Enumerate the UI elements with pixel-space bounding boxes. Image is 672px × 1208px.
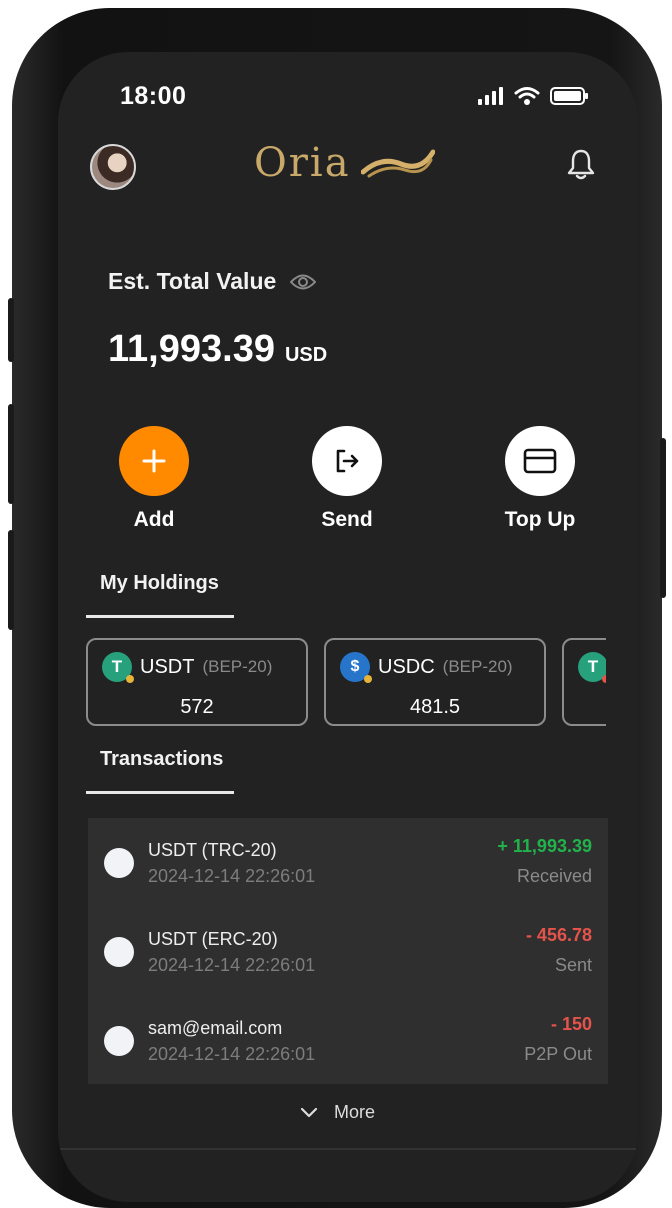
more-label: More xyxy=(334,1102,376,1122)
transactions-tab-label: Transactions xyxy=(100,748,224,770)
holding-card[interactable]: $ USDC (BEP-20) 481.5 xyxy=(324,638,546,726)
user-avatar[interactable] xyxy=(90,144,136,190)
transaction-icon xyxy=(104,848,134,878)
more-button[interactable]: More xyxy=(300,1102,375,1123)
transaction-icon xyxy=(104,1026,134,1056)
holding-amount: 572 xyxy=(180,696,214,718)
power-button xyxy=(660,438,666,598)
transaction-amount: + 11,993.39 xyxy=(497,836,592,856)
transactions-tab-underline xyxy=(86,791,234,794)
holding-network: (BEP-20) xyxy=(442,657,513,676)
balance-value: 11,993.39 xyxy=(108,328,275,370)
bottom-divider xyxy=(58,1148,638,1150)
top-up-button[interactable]: Top Up xyxy=(480,426,600,532)
tab-my-holdings[interactable]: My Holdings xyxy=(86,572,234,618)
balance-unit: USD xyxy=(284,344,328,366)
signal-icon xyxy=(478,87,503,105)
holding-card[interactable]: T USDT (BEP-20) 572 xyxy=(86,638,308,726)
chevron-down-icon xyxy=(300,1107,318,1117)
transaction-status: Sent xyxy=(554,955,592,975)
tether-icon: T xyxy=(578,652,606,683)
transaction-date: 2024-12-14 22:26:01 xyxy=(148,955,316,975)
send-label: Send xyxy=(321,508,373,531)
bell-icon[interactable] xyxy=(566,148,596,180)
usdc-icon: $ xyxy=(340,652,372,683)
app-screen: 18:00 Oria Est. Total Value 11,993.39 US… xyxy=(58,52,638,1202)
battery-icon xyxy=(550,87,588,105)
volume-down-button xyxy=(8,530,14,630)
transaction-date: 2024-12-14 22:26:01 xyxy=(148,1044,316,1064)
top-up-label: Top Up xyxy=(504,508,576,531)
phone-frame: 18:00 Oria Est. Total Value 11,993.39 US… xyxy=(8,8,666,1208)
transaction-amount: - 456.78 xyxy=(525,925,592,945)
eye-icon[interactable] xyxy=(290,273,317,291)
transaction-row[interactable]: sam@email.com 2024-12-14 22:26:01 - 150 … xyxy=(88,996,608,1084)
transaction-name: sam@email.com xyxy=(148,1018,283,1038)
holdings-tab-label: My Holdings xyxy=(100,572,219,594)
transaction-name: USDT (TRC-20) xyxy=(148,840,277,860)
transaction-row[interactable]: USDT (ERC-20) 2024-12-14 22:26:01 - 456.… xyxy=(88,907,608,995)
send-button[interactable]: Send xyxy=(287,426,407,532)
transaction-status: P2P Out xyxy=(524,1044,592,1064)
holding-name: USDC xyxy=(378,655,435,678)
transaction-name: USDT (ERC-20) xyxy=(148,929,278,949)
holdings-list[interactable]: T USDT (BEP-20) 572 $ USDC (BEP-20) 481.… xyxy=(86,638,606,730)
card-icon xyxy=(505,426,575,496)
holdings-tab-underline xyxy=(86,615,234,618)
transaction-row[interactable]: USDT (TRC-20) 2024-12-14 22:26:01 + 11,9… xyxy=(88,818,608,906)
tab-transactions[interactable]: Transactions xyxy=(86,748,234,794)
mute-switch xyxy=(8,298,14,362)
volume-up-button xyxy=(8,404,14,504)
logo-wave-icon xyxy=(360,149,435,178)
holding-card-header: T USDT (BEP-20) xyxy=(102,652,273,683)
logo-text: Oria xyxy=(254,140,351,186)
tether-icon: T xyxy=(102,652,134,683)
send-icon xyxy=(312,426,382,496)
holding-network: (BEP-20) xyxy=(202,657,273,676)
total-value-header: Est. Total Value xyxy=(108,268,317,295)
total-balance: 11,993.39 USD xyxy=(108,328,327,371)
wifi-icon xyxy=(514,87,540,105)
transactions-list: USDT (TRC-20) 2024-12-14 22:26:01 + 11,9… xyxy=(88,818,608,1084)
transaction-date: 2024-12-14 22:26:01 xyxy=(148,866,316,886)
holding-card[interactable]: T xyxy=(562,638,606,726)
status-icons xyxy=(478,86,590,106)
holding-name: USDT xyxy=(140,655,195,678)
holding-card-header: $ USDC (BEP-20) xyxy=(340,652,513,683)
app-logo: Oria xyxy=(254,140,435,186)
plus-icon xyxy=(119,426,189,496)
status-time: 18:00 xyxy=(120,82,187,110)
total-value-label: Est. Total Value xyxy=(108,268,277,294)
transaction-icon xyxy=(104,937,134,967)
holding-card-header: T xyxy=(578,652,606,683)
add-label: Add xyxy=(133,508,175,531)
transaction-status: Received xyxy=(516,866,592,886)
transaction-amount: - 150 xyxy=(550,1014,592,1034)
add-button[interactable]: Add xyxy=(94,426,214,532)
holding-amount: 481.5 xyxy=(409,696,461,718)
